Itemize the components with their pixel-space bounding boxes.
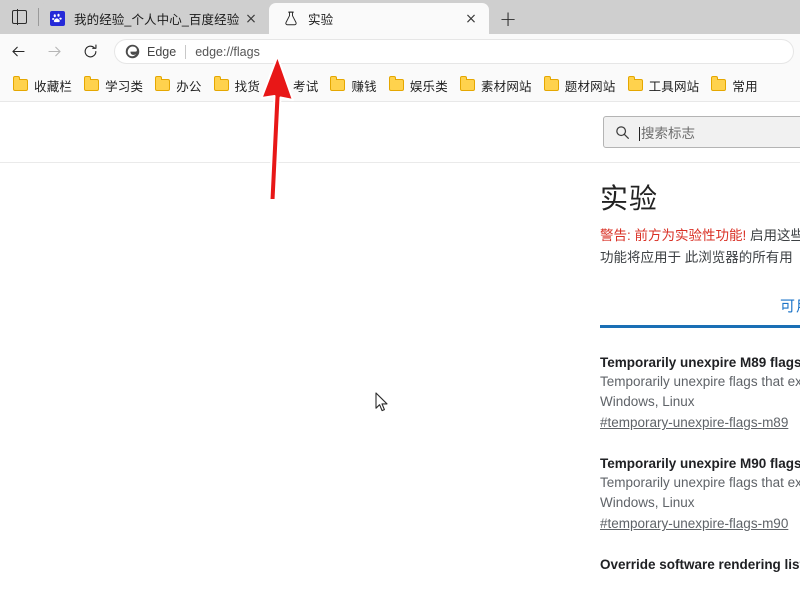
flags-tab-row: 可用 xyxy=(600,293,800,335)
flag-list: Temporarily unexpire M89 flags. Temporar… xyxy=(600,353,800,595)
tab-list-button[interactable] xyxy=(0,0,38,34)
text-caret xyxy=(639,127,640,141)
edge-logo-icon xyxy=(125,44,140,59)
search-icon xyxy=(616,125,629,139)
tab-title: 实验 xyxy=(308,13,334,27)
bookmark-label: 常用 xyxy=(732,79,758,94)
browser-toolbar: Edge edge://flags xyxy=(0,34,800,69)
bookmark-item[interactable]: 赚钱 xyxy=(325,73,381,97)
baidu-favicon xyxy=(49,11,65,27)
bookmark-item[interactable]: 收藏栏 xyxy=(8,73,77,97)
flag-anchor-link[interactable]: #temporary-unexpire-flags-m89 xyxy=(600,412,788,433)
bookmark-label: 娱乐类 xyxy=(409,79,448,94)
flag-entry: Temporarily unexpire M89 flags. Temporar… xyxy=(600,353,800,433)
folder-icon xyxy=(711,76,727,91)
address-bar[interactable]: Edge edge://flags xyxy=(114,39,794,64)
experiments-warning: 警告: 前方为实验性功能! 启用这些 功能将应用于 此浏览器的所有用 xyxy=(600,225,800,269)
flag-description: Temporarily unexpire flags that exp Wind… xyxy=(600,473,800,513)
folder-icon xyxy=(155,76,171,91)
flag-entry: Temporarily unexpire M90 flags. Temporar… xyxy=(600,454,800,534)
bookmarks-bar: 收藏栏 学习类 办公 找货 考试 赚钱 娱乐类 素材网站 题材网站 工具网站 常… xyxy=(0,69,800,102)
bookmark-label: 赚钱 xyxy=(351,79,377,94)
tab-title: 我的经验_个人中心_百度经验 xyxy=(74,13,240,27)
folder-icon xyxy=(627,76,643,91)
bookmark-item[interactable]: 常用 xyxy=(706,73,762,97)
folder-icon xyxy=(84,76,100,91)
flags-header: 搜索标志 xyxy=(0,102,800,163)
flag-entry: Override software rendering list xyxy=(600,555,800,574)
bookmark-label: 素材网站 xyxy=(480,79,532,94)
flag-name: Temporarily unexpire M90 flags. xyxy=(600,456,800,471)
page-content: 搜索标志 实验 警告: 前方为实验性功能! 启用这些 功能将应用于 此浏览器的所… xyxy=(0,102,800,600)
bookmark-item[interactable]: 考试 xyxy=(267,73,323,97)
bookmark-label: 考试 xyxy=(293,79,319,94)
reload-icon xyxy=(84,44,96,58)
folder-icon xyxy=(213,76,229,91)
browser-window: 我的经验_个人中心_百度经验 × 实验 × + Edge edge://flag… xyxy=(0,0,800,600)
bookmark-item[interactable]: 学习类 xyxy=(79,73,148,97)
bookmark-item[interactable]: 办公 xyxy=(150,73,206,97)
folder-icon xyxy=(543,76,559,91)
flask-icon xyxy=(283,11,299,27)
bookmark-item[interactable]: 素材网站 xyxy=(455,73,537,97)
search-input[interactable]: 搜索标志 xyxy=(603,116,800,148)
back-button[interactable] xyxy=(0,34,36,69)
flag-description: Temporarily unexpire flags that exp Wind… xyxy=(600,372,800,412)
bookmark-label: 题材网站 xyxy=(564,79,616,94)
tab-close-button[interactable]: × xyxy=(241,9,261,29)
bookmark-label: 学习类 xyxy=(105,79,144,94)
omnibox-separator xyxy=(185,44,187,59)
folder-icon xyxy=(13,76,28,91)
bookmark-item[interactable]: 找货 xyxy=(209,73,265,97)
search-placeholder: 搜索标志 xyxy=(639,122,695,142)
tab-available[interactable]: 可用 xyxy=(780,295,800,316)
forward-button[interactable] xyxy=(36,34,72,69)
bookmark-label: 工具网站 xyxy=(648,79,700,94)
page-title: 实验 xyxy=(600,183,659,214)
flag-platforms: Windows, Linux xyxy=(600,495,695,510)
reload-button[interactable] xyxy=(72,34,108,69)
tab-list-icon xyxy=(11,9,27,25)
folder-icon xyxy=(459,76,475,91)
flag-name: Temporarily unexpire M89 flags. xyxy=(600,355,800,370)
flag-description-text: Temporarily unexpire flags that exp xyxy=(600,374,800,389)
tab-close-button[interactable]: × xyxy=(461,9,481,29)
flag-platforms: Windows, Linux xyxy=(600,394,695,409)
browser-tab-1[interactable]: 我的经验_个人中心_百度经验 × xyxy=(39,3,269,34)
warning-rest: 启用这些 xyxy=(746,228,800,243)
omnibox-brand-label: Edge xyxy=(147,44,177,59)
folder-icon xyxy=(330,76,346,91)
bookmark-label: 找货 xyxy=(234,79,261,94)
flag-description-text: Temporarily unexpire flags that exp xyxy=(600,475,800,490)
bookmark-item[interactable]: 工具网站 xyxy=(623,73,705,97)
bookmark-label: 收藏栏 xyxy=(34,79,73,94)
flag-anchor-link[interactable]: #temporary-unexpire-flags-m90 xyxy=(600,513,788,534)
tab-underline xyxy=(600,325,800,328)
tab-strip: 我的经验_个人中心_百度经验 × 实验 × + xyxy=(0,0,800,34)
flags-body: 实验 警告: 前方为实验性功能! 启用这些 功能将应用于 此浏览器的所有用 可用… xyxy=(0,163,800,600)
folder-icon xyxy=(272,76,288,91)
warning-highlight: 警告: 前方为实验性功能! xyxy=(600,228,747,243)
warning-line2: 功能将应用于 此浏览器的所有用 xyxy=(600,250,793,265)
omnibox-url-text[interactable]: edge://flags xyxy=(195,45,783,59)
browser-tab-2[interactable]: 实验 × xyxy=(269,3,489,34)
bookmark-item[interactable]: 题材网站 xyxy=(539,73,621,97)
bookmark-item[interactable]: 娱乐类 xyxy=(384,73,453,97)
flag-name: Override software rendering list xyxy=(600,557,800,572)
new-tab-button[interactable]: + xyxy=(491,4,525,34)
search-placeholder-text: 搜索标志 xyxy=(641,126,695,141)
back-arrow-icon xyxy=(11,46,25,57)
folder-icon xyxy=(388,76,404,91)
forward-arrow-icon xyxy=(47,46,61,57)
bookmark-label: 办公 xyxy=(176,79,202,94)
